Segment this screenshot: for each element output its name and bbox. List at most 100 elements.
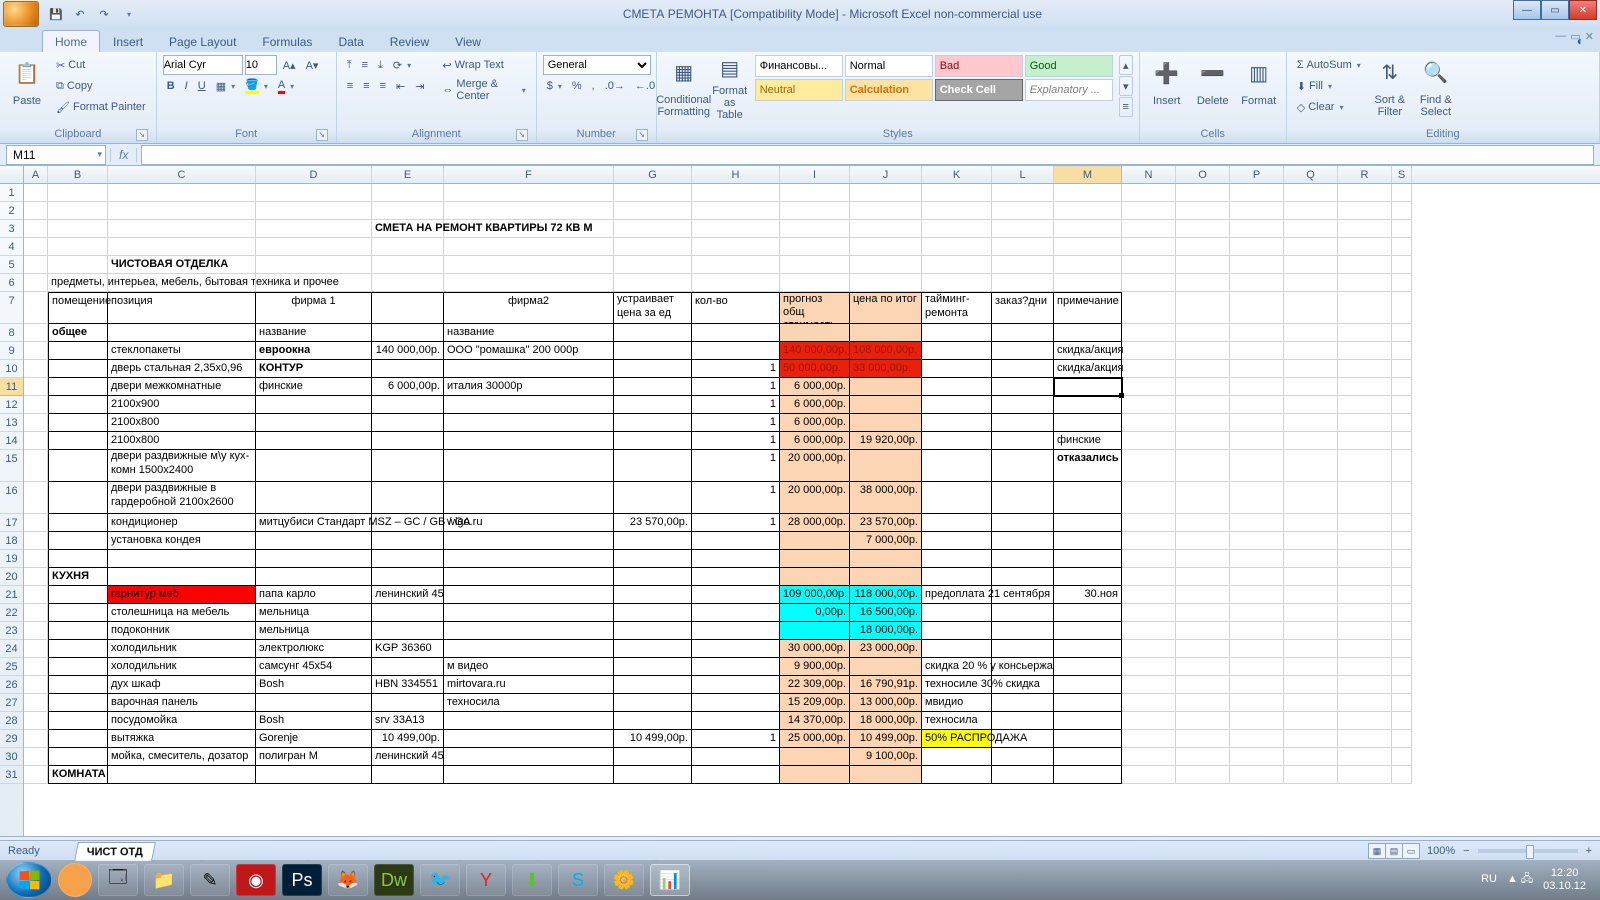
cell-D19[interactable] xyxy=(256,550,372,568)
cell-E11[interactable]: 6 000,00р. xyxy=(372,378,444,396)
cell-B14[interactable] xyxy=(48,432,108,450)
cell-B6[interactable]: предметы, интерьеа, мебель, бытовая техн… xyxy=(48,274,108,292)
cell-H10[interactable]: 1 xyxy=(692,360,780,378)
cell-J24[interactable]: 23 000,00р. xyxy=(850,640,922,658)
cell-H7[interactable]: кол-во xyxy=(692,292,780,324)
cell-G16[interactable] xyxy=(614,482,692,514)
cell-F23[interactable] xyxy=(444,622,614,640)
cell-B2[interactable] xyxy=(48,202,108,220)
cell-I21[interactable]: 109 000,00р. xyxy=(780,586,850,604)
cell-D16[interactable] xyxy=(256,482,372,514)
cell-G26[interactable] xyxy=(614,676,692,694)
cell-E12[interactable] xyxy=(372,396,444,414)
cell-E23[interactable] xyxy=(372,622,444,640)
cell-S3[interactable] xyxy=(1392,220,1412,238)
cell-B7[interactable]: помещение xyxy=(48,292,108,324)
cell-J25[interactable] xyxy=(850,658,922,676)
cell-D12[interactable] xyxy=(256,396,372,414)
cell-C14[interactable]: 2100х800 xyxy=(108,432,256,450)
cell-L29[interactable] xyxy=(992,730,1054,748)
cell-L17[interactable] xyxy=(992,514,1054,532)
cell-P17[interactable] xyxy=(1230,514,1284,532)
cell-P21[interactable] xyxy=(1230,586,1284,604)
cell-M2[interactable] xyxy=(1054,202,1122,220)
cell-R12[interactable] xyxy=(1338,396,1392,414)
cell-I3[interactable] xyxy=(780,220,850,238)
cell-G18[interactable] xyxy=(614,532,692,550)
cell-G19[interactable] xyxy=(614,550,692,568)
cell-F27[interactable]: техносила xyxy=(444,694,614,712)
cell-M20[interactable] xyxy=(1054,568,1122,586)
cell-D18[interactable] xyxy=(256,532,372,550)
cell-O23[interactable] xyxy=(1176,622,1230,640)
cell-R15[interactable] xyxy=(1338,450,1392,482)
style-calculation[interactable]: Calculation xyxy=(845,79,933,101)
col-header-J[interactable]: J xyxy=(850,166,922,183)
cell-H8[interactable] xyxy=(692,324,780,342)
ribbon-tab-data[interactable]: Data xyxy=(325,30,376,52)
cell-J11[interactable] xyxy=(850,378,922,396)
cell-J18[interactable]: 7 000,00р. xyxy=(850,532,922,550)
cell-B22[interactable] xyxy=(48,604,108,622)
cell-C17[interactable]: кондиционер xyxy=(108,514,256,532)
cell-P6[interactable] xyxy=(1230,274,1284,292)
cell-M9[interactable]: скидка/акция xyxy=(1054,342,1122,360)
cell-I27[interactable]: 15 209,00р. xyxy=(780,694,850,712)
cell-A16[interactable] xyxy=(24,482,48,514)
cell-I20[interactable] xyxy=(780,568,850,586)
cell-J31[interactable] xyxy=(850,766,922,784)
cell-I22[interactable]: 0,00р. xyxy=(780,604,850,622)
cell-H1[interactable] xyxy=(692,184,780,202)
cell-N12[interactable] xyxy=(1122,396,1176,414)
cell-Q26[interactable] xyxy=(1284,676,1338,694)
cell-F17[interactable]: wigo.ru xyxy=(444,514,614,532)
cell-B28[interactable] xyxy=(48,712,108,730)
cell-E13[interactable] xyxy=(372,414,444,432)
close-button[interactable]: ✕ xyxy=(1569,0,1597,20)
cell-I12[interactable]: 6 000,00р. xyxy=(780,396,850,414)
cell-C8[interactable] xyxy=(108,324,256,342)
row-header-31[interactable]: 31 xyxy=(0,766,23,784)
number-format-select[interactable]: General xyxy=(543,55,651,75)
cell-M13[interactable] xyxy=(1054,414,1122,432)
cell-A3[interactable] xyxy=(24,220,48,238)
cell-Q9[interactable] xyxy=(1284,342,1338,360)
cell-D22[interactable]: мельница xyxy=(256,604,372,622)
cell-H19[interactable] xyxy=(692,550,780,568)
cell-Q29[interactable] xyxy=(1284,730,1338,748)
cell-Q13[interactable] xyxy=(1284,414,1338,432)
cell-M31[interactable] xyxy=(1054,766,1122,784)
cell-S30[interactable] xyxy=(1392,748,1412,766)
cell-P24[interactable] xyxy=(1230,640,1284,658)
cell-A29[interactable] xyxy=(24,730,48,748)
start-button[interactable] xyxy=(6,862,52,898)
cell-B8[interactable]: общее xyxy=(48,324,108,342)
row-header-26[interactable]: 26 xyxy=(0,676,23,694)
cell-D5[interactable] xyxy=(256,256,372,274)
cell-F9[interactable]: ООО "ромашка" 200 000р xyxy=(444,342,614,360)
cell-R9[interactable] xyxy=(1338,342,1392,360)
cell-F3[interactable] xyxy=(444,220,614,238)
cell-Q21[interactable] xyxy=(1284,586,1338,604)
cell-S14[interactable] xyxy=(1392,432,1412,450)
cell-K3[interactable] xyxy=(922,220,992,238)
cell-G28[interactable] xyxy=(614,712,692,730)
inc-decimal[interactable]: .0→ xyxy=(601,76,629,96)
delete-cells-button[interactable]: ➖Delete xyxy=(1192,55,1234,121)
cell-I1[interactable] xyxy=(780,184,850,202)
cell-F11[interactable]: италия 30000р xyxy=(444,378,614,396)
cell-I4[interactable] xyxy=(780,238,850,256)
cell-M16[interactable] xyxy=(1054,482,1122,514)
cell-Q23[interactable] xyxy=(1284,622,1338,640)
cell-F25[interactable]: м видео xyxy=(444,658,614,676)
cell-S20[interactable] xyxy=(1392,568,1412,586)
cell-J20[interactable] xyxy=(850,568,922,586)
cell-C11[interactable]: двери межкомнатные xyxy=(108,378,256,396)
cell-S12[interactable] xyxy=(1392,396,1412,414)
cell-C29[interactable]: вытяжка xyxy=(108,730,256,748)
cell-P18[interactable] xyxy=(1230,532,1284,550)
cell-A5[interactable] xyxy=(24,256,48,274)
cell-S6[interactable] xyxy=(1392,274,1412,292)
copy-button[interactable]: ⧉Copy xyxy=(52,76,150,96)
cell-M10[interactable]: скидка/акция xyxy=(1054,360,1122,378)
